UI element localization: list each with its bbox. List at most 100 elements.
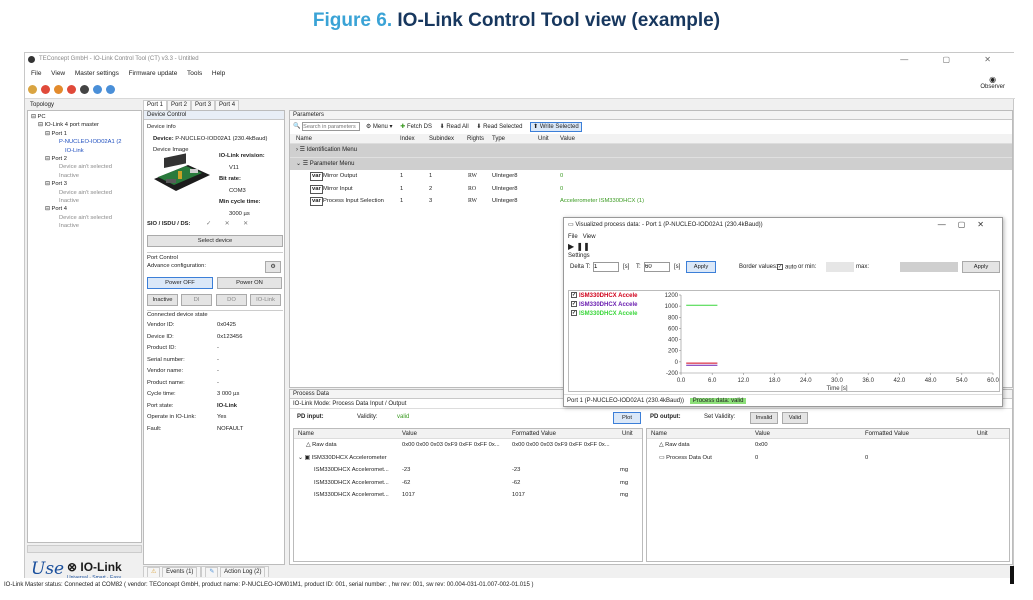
legend-item-3[interactable]: ✓ ISM330DHCX Accele bbox=[571, 310, 653, 319]
pd-output-section: PD output: Set Validity: Invalid Valid N… bbox=[646, 412, 1010, 562]
y-tick-label: 0 bbox=[675, 360, 679, 366]
pdin-group-row[interactable]: ⌄ ▣ ISM330DHCX Accelerometer bbox=[294, 452, 642, 465]
valid-button[interactable]: Valid bbox=[782, 412, 808, 424]
menu-firmware-update[interactable]: Firmware update bbox=[129, 70, 178, 77]
minimize-icon[interactable]: — bbox=[900, 55, 924, 64]
tree-port1-mode[interactable]: IO-Link bbox=[31, 147, 138, 155]
gear-icon[interactable]: ⚙ bbox=[265, 261, 281, 273]
vpd-menu-view[interactable]: View bbox=[583, 234, 596, 240]
delta-unit: [s] bbox=[623, 264, 630, 270]
state-key: Vendor ID: bbox=[147, 322, 175, 328]
apply-time-button[interactable]: Apply bbox=[686, 261, 716, 273]
tree-port4-mode[interactable]: Inactive bbox=[31, 222, 138, 230]
menu-view[interactable]: View bbox=[51, 70, 65, 77]
legend-item-1[interactable]: ✓ ISM330DHCX Accele bbox=[571, 292, 653, 301]
vpd-settings-label: Settings bbox=[568, 253, 590, 259]
mode-io-link-button[interactable]: IO-Link bbox=[250, 294, 281, 306]
param-index: 1 bbox=[400, 198, 404, 204]
pdin-row[interactable]: ISM330DHCX Acceleromet... -23 -23 mg bbox=[294, 464, 642, 477]
parameter-row[interactable]: var Mirror Input 1 2 RO UInteger8 0 bbox=[290, 183, 1012, 196]
tree-port1[interactable]: ⊟ Port 1 bbox=[31, 130, 138, 138]
menu-tools[interactable]: Tools bbox=[187, 70, 202, 77]
device-icon[interactable] bbox=[80, 85, 89, 94]
window-controls[interactable]: — ▢ ✕ bbox=[900, 55, 1007, 64]
cycle-icon[interactable] bbox=[54, 85, 63, 94]
mode-inactive-button[interactable]: Inactive bbox=[147, 294, 178, 306]
alert-icon[interactable] bbox=[67, 85, 76, 94]
tab-port-1[interactable]: Port 1 bbox=[143, 100, 168, 110]
stop-icon[interactable] bbox=[28, 85, 37, 94]
mode-di-button[interactable]: DI bbox=[181, 294, 212, 306]
play-icon[interactable]: ▶ bbox=[568, 242, 574, 251]
t-input[interactable] bbox=[644, 262, 670, 272]
x-tick-label: 42.0 bbox=[894, 378, 906, 384]
tab-events[interactable]: ⚠ Events (1) bbox=[143, 566, 202, 577]
legend-item-2[interactable]: ✓ ISM330DHCX Accele bbox=[571, 301, 653, 310]
tab-action-log[interactable]: ✎ Action Log (2) bbox=[201, 566, 270, 577]
process-data-chart: 1200 1000 800 600 400 200 0 -2000.0 6.0 12.0 18.0 2… bbox=[665, 293, 999, 391]
vpd-close-icon[interactable]: ✕ bbox=[977, 220, 996, 229]
delta-t-input[interactable] bbox=[593, 262, 619, 272]
raw-data-formatted: 0x00 0x00 0x03 0xF9 0xFF 0xFF 0x... bbox=[512, 442, 610, 448]
auto-checkbox[interactable]: ✓ auto bbox=[777, 264, 797, 271]
tree-pc[interactable]: ⊟ PC bbox=[31, 113, 138, 121]
tree-port2-mode[interactable]: Inactive bbox=[31, 172, 138, 180]
invalid-button[interactable]: Invalid bbox=[750, 412, 778, 424]
param-rights: RO bbox=[468, 185, 477, 192]
select-device-button[interactable]: Select device bbox=[147, 235, 283, 247]
menu-help[interactable]: Help bbox=[212, 70, 225, 77]
write-selected-button[interactable]: ⬆ Write Selected bbox=[530, 121, 582, 132]
tree-master[interactable]: ⊟ IO-Link 4 port master bbox=[31, 121, 138, 129]
power-off-button[interactable]: Power OFF bbox=[147, 277, 213, 289]
pdin-row[interactable]: ISM330DHCX Acceleromet... -62 -62 mg bbox=[294, 477, 642, 490]
tree-port2-device[interactable]: Device ain't selected bbox=[31, 163, 138, 171]
vpd-menu-file[interactable]: File bbox=[568, 234, 578, 240]
parameter-row[interactable]: var Mirror Output 1 1 RW UInteger8 0 bbox=[290, 170, 1012, 183]
state-value: - bbox=[217, 379, 219, 386]
pdin-raw-row[interactable]: △ Raw data 0x00 0x00 0x03 0xF9 0xFF 0xFF… bbox=[294, 439, 642, 452]
close-icon[interactable]: ✕ bbox=[984, 55, 1007, 64]
pdin-row[interactable]: ISM330DHCX Acceleromet... 1017 1017 mg bbox=[294, 489, 642, 502]
max-input[interactable] bbox=[900, 262, 958, 272]
tree-port4-device[interactable]: Device ain't selected bbox=[31, 214, 138, 222]
record-icon[interactable] bbox=[41, 85, 50, 94]
read-all-button[interactable]: ⬇ Read All bbox=[440, 124, 469, 130]
topology-scrollbar[interactable] bbox=[27, 545, 142, 553]
pdout-pd-row[interactable]: ▭ Process Data Out 0 0 bbox=[647, 452, 1009, 465]
fetch-ds-button[interactable]: ✚ Fetch DS bbox=[400, 124, 432, 130]
menu-dropdown-button[interactable]: ⚙ Menu ▾ bbox=[366, 124, 393, 130]
power-on-button[interactable]: Power ON bbox=[217, 277, 282, 289]
vpd-minimize-icon[interactable]: — bbox=[938, 220, 958, 229]
pause-icon[interactable]: ❚❚ bbox=[576, 242, 589, 251]
info-icon[interactable] bbox=[106, 85, 115, 94]
vpd-window-icon: ▭ bbox=[568, 222, 574, 228]
x-tick-label: 54.0 bbox=[956, 378, 968, 384]
tab-port-3[interactable]: Port 3 bbox=[191, 100, 216, 110]
apply-border-button[interactable]: Apply bbox=[962, 261, 1000, 273]
parameter-menu-row[interactable]: ⌄ ☰ Parameter Menu bbox=[290, 157, 1012, 170]
tree-port2[interactable]: ⊟ Port 2 bbox=[31, 155, 138, 163]
tree-port4[interactable]: ⊟ Port 4 bbox=[31, 205, 138, 213]
read-selected-button[interactable]: ⬇ Read Selected bbox=[476, 124, 522, 130]
tree-port3[interactable]: ⊟ Port 3 bbox=[31, 180, 138, 188]
tree-port1-device[interactable]: P-NUCLEO-IOD02A1 (2 bbox=[31, 138, 138, 146]
vpd-window-controls[interactable]: —▢✕ bbox=[938, 218, 996, 232]
tree-port3-mode[interactable]: Inactive bbox=[31, 197, 138, 205]
tab-port-2[interactable]: Port 2 bbox=[167, 100, 192, 110]
parameter-row[interactable]: var Process Input Selection 1 3 RW UInteger8 A… bbox=[290, 195, 1012, 208]
vpd-maximize-icon[interactable]: ▢ bbox=[958, 220, 978, 229]
mode-do-button[interactable]: DO bbox=[216, 294, 247, 306]
menu-master-settings[interactable]: Master settings bbox=[75, 70, 119, 77]
plot-button[interactable]: Plot bbox=[613, 412, 641, 424]
tab-port-4[interactable]: Port 4 bbox=[215, 100, 240, 110]
param-index: 1 bbox=[400, 173, 404, 179]
pdout-raw-row[interactable]: △ Raw data 0x00 bbox=[647, 439, 1009, 452]
maximize-icon[interactable]: ▢ bbox=[943, 55, 967, 64]
parameter-search-input[interactable] bbox=[302, 122, 361, 131]
observer-button[interactable]: ◉ Observer bbox=[980, 75, 1005, 90]
connect-icon[interactable] bbox=[93, 85, 102, 94]
menu-file[interactable]: File bbox=[31, 70, 41, 77]
tree-port3-device[interactable]: Device ain't selected bbox=[31, 189, 138, 197]
identification-menu-row[interactable]: › ☰ Identification Menu bbox=[290, 144, 1012, 157]
min-input[interactable] bbox=[826, 262, 854, 272]
